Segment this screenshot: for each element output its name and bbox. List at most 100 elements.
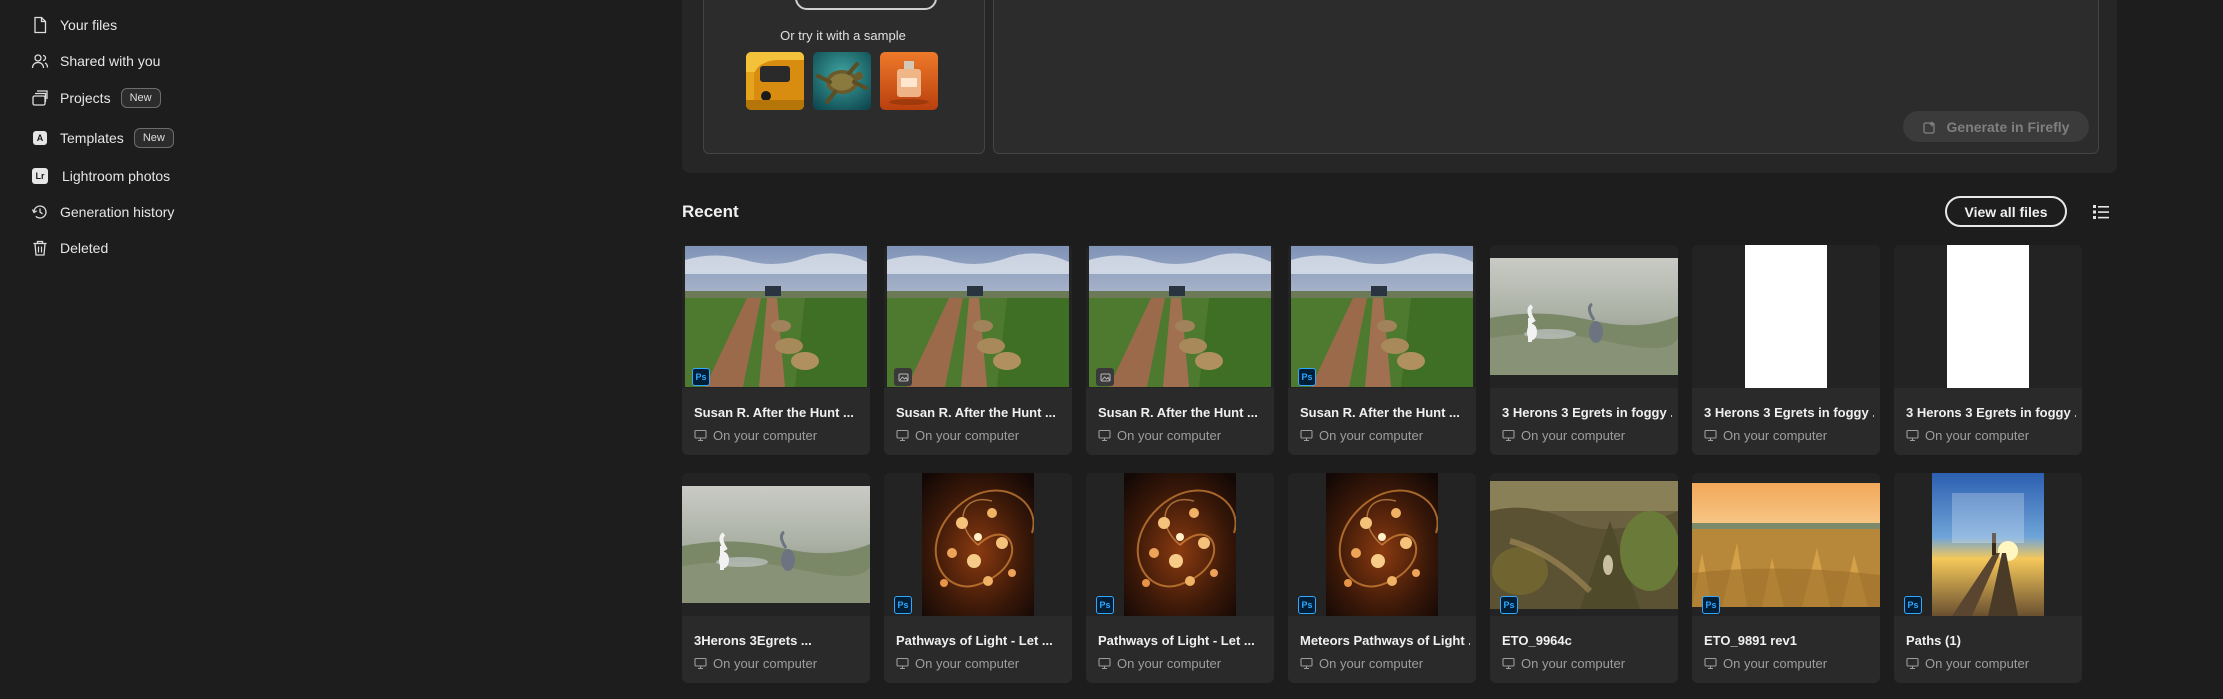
file-location: On your computer	[1502, 656, 1625, 671]
location-text: On your computer	[1925, 656, 2030, 671]
upload-button[interactable]	[795, 0, 937, 10]
file-location: On your computer	[896, 656, 1019, 671]
computer-icon	[1502, 429, 1515, 442]
computer-icon	[1906, 429, 1919, 442]
sample-thumb-car[interactable]	[746, 52, 804, 110]
projects-icon	[30, 88, 50, 108]
file-card[interactable]: Ps Susan R. After the Hunt ... On your com…	[682, 245, 870, 455]
file-thumbnail	[682, 245, 870, 388]
file-thumbnail	[1894, 245, 2082, 388]
file-location: On your computer	[1098, 428, 1221, 443]
computer-icon	[1906, 657, 1919, 670]
sidebar-item-deleted[interactable]: Deleted	[30, 234, 108, 262]
file-thumbnail	[884, 245, 1072, 388]
generate-icon	[1922, 120, 1935, 134]
sample-thumb-perfume[interactable]	[880, 52, 938, 110]
location-text: On your computer	[1319, 656, 1424, 671]
file-icon	[30, 15, 50, 35]
file-location: On your computer	[1098, 656, 1221, 671]
sidebar-item-label: Templates	[60, 130, 124, 146]
sidebar-item-templates[interactable]: A Templates New	[30, 124, 174, 152]
file-name: Paths (1)	[1906, 633, 1961, 648]
file-thumbnail	[1894, 473, 2082, 616]
file-thumbnail	[1692, 473, 1880, 616]
photoshop-icon: Ps	[1702, 596, 1720, 614]
file-location: On your computer	[896, 428, 1019, 443]
file-location: On your computer	[1704, 428, 1827, 443]
lightroom-icon: Lr	[30, 166, 50, 186]
file-location: On your computer	[694, 428, 817, 443]
sidebar-item-shared[interactable]: Shared with you	[30, 47, 160, 75]
sample-label: Or try it with a sample	[780, 28, 906, 43]
file-card[interactable]: Ps Pathways of Light - Let ... On your com…	[884, 473, 1072, 683]
file-location: On your computer	[1906, 428, 2029, 443]
photoshop-icon: Ps	[1298, 596, 1316, 614]
file-name: Susan R. After the Hunt ...	[1098, 405, 1258, 420]
file-card[interactable]: Ps ETO_9964c On your computer	[1490, 473, 1678, 683]
image-file-icon	[894, 368, 912, 386]
file-thumbnail	[884, 473, 1072, 616]
file-card[interactable]: Susan R. After the Hunt ... On your compu…	[1086, 245, 1274, 455]
file-thumbnail	[1086, 245, 1274, 388]
file-location: On your computer	[1502, 428, 1625, 443]
file-name: Pathways of Light - Let ...	[1098, 633, 1255, 648]
file-card[interactable]: Ps Pathways of Light - Let ... On your com…	[1086, 473, 1274, 683]
sidebar-item-label: Lightroom photos	[62, 168, 171, 184]
file-thumbnail	[1490, 473, 1678, 616]
file-thumbnail	[1692, 245, 1880, 388]
generate-in-firefly-button[interactable]: Generate in Firefly	[1903, 111, 2089, 142]
sidebar-item-lightroom[interactable]: Lr Lightroom photos	[30, 162, 170, 190]
view-all-files-button[interactable]: View all files	[1945, 196, 2067, 227]
file-card[interactable]: Ps ETO_9891 rev1 On your computer	[1692, 473, 1880, 683]
file-card[interactable]: 3Herons 3Egrets ... On your computer	[682, 473, 870, 683]
file-card[interactable]: 3 Herons 3 Egrets in foggy ... On your co…	[1490, 245, 1678, 455]
location-text: On your computer	[1521, 428, 1626, 443]
list-view-icon[interactable]	[2090, 201, 2112, 223]
file-name: Susan R. After the Hunt ...	[896, 405, 1056, 420]
file-location: On your computer	[1704, 656, 1827, 671]
file-thumbnail	[682, 473, 870, 616]
computer-icon	[896, 657, 909, 670]
file-name: ETO_9964c	[1502, 633, 1572, 648]
location-text: On your computer	[1925, 428, 2030, 443]
location-text: On your computer	[713, 656, 818, 671]
sample-thumb-turtle[interactable]	[813, 52, 871, 110]
location-text: On your computer	[1723, 656, 1828, 671]
file-card[interactable]: 3 Herons 3 Egrets in foggy ... On your co…	[1894, 245, 2082, 455]
file-card[interactable]: Ps Susan R. After the Hunt ... On your com…	[1288, 245, 1476, 455]
file-card[interactable]: Susan R. After the Hunt ... On your compu…	[884, 245, 1072, 455]
location-text: On your computer	[915, 428, 1020, 443]
file-thumbnail	[1490, 245, 1678, 388]
photoshop-icon: Ps	[1298, 368, 1316, 386]
location-text: On your computer	[1117, 428, 1222, 443]
sidebar-item-projects[interactable]: Projects New	[30, 84, 161, 112]
templates-icon: A	[30, 128, 50, 148]
sidebar-item-your-files[interactable]: Your files	[30, 11, 117, 39]
computer-icon	[1704, 429, 1717, 442]
sidebar-item-label: Generation history	[60, 204, 175, 220]
sidebar-item-label: Your files	[60, 17, 118, 33]
file-name: Susan R. After the Hunt ...	[694, 405, 854, 420]
file-name: Pathways of Light - Let ...	[896, 633, 1053, 648]
sidebar: Your files Shared with you Projects New …	[0, 0, 640, 699]
file-location: On your computer	[1906, 656, 2029, 671]
file-card[interactable]: Ps Meteors Pathways of Light ... On your c…	[1288, 473, 1476, 683]
file-name: 3 Herons 3 Egrets in foggy ...	[1906, 405, 2076, 420]
file-name: 3Herons 3Egrets ...	[694, 633, 812, 648]
sidebar-item-generation-history[interactable]: Generation history	[30, 198, 174, 226]
file-card[interactable]: Ps Paths (1) On your computer	[1894, 473, 2082, 683]
location-text: On your computer	[1319, 428, 1424, 443]
computer-icon	[1098, 429, 1111, 442]
photoshop-icon: Ps	[1500, 596, 1518, 614]
computer-icon	[1300, 657, 1313, 670]
computer-icon	[694, 657, 707, 670]
file-thumbnail	[1288, 473, 1476, 616]
file-name: ETO_9891 rev1	[1704, 633, 1797, 648]
image-file-icon	[1096, 368, 1114, 386]
file-card[interactable]: 3 Herons 3 Egrets in foggy ... On your co…	[1692, 245, 1880, 455]
location-text: On your computer	[713, 428, 818, 443]
location-text: On your computer	[1117, 656, 1222, 671]
file-thumbnail	[1288, 245, 1476, 388]
location-text: On your computer	[1521, 656, 1626, 671]
photoshop-icon: Ps	[894, 596, 912, 614]
